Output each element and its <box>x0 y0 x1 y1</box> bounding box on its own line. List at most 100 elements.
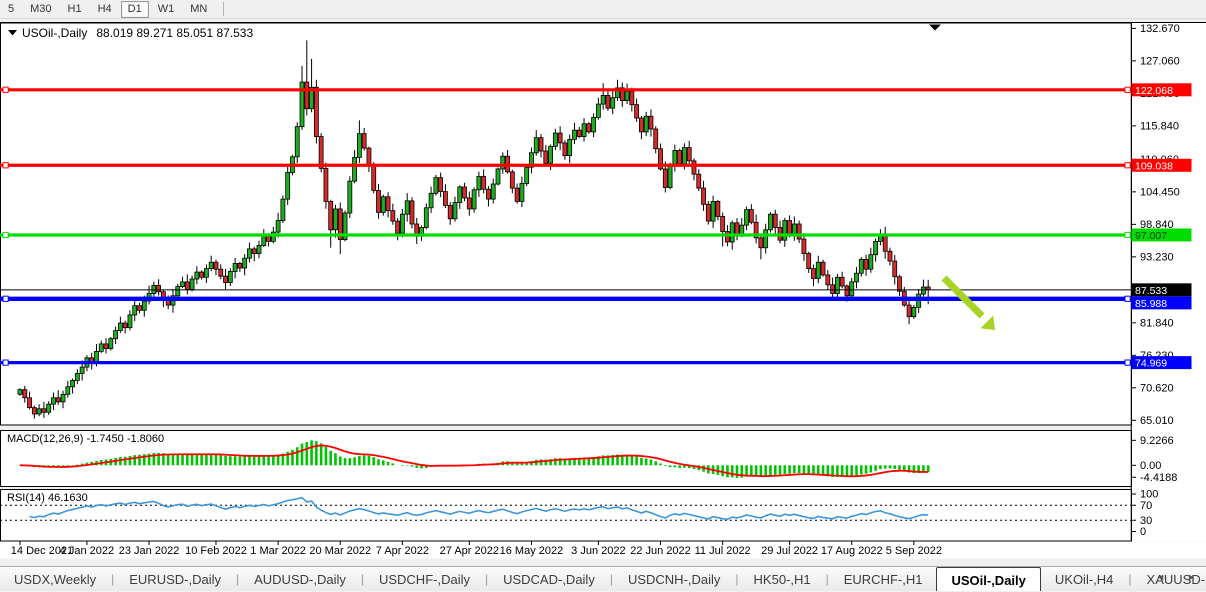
date-label: 11 Jul 2022 <box>695 545 751 557</box>
hline-handle[interactable] <box>3 163 8 168</box>
hline-handle[interactable] <box>3 360 8 365</box>
bull-candle <box>257 245 261 253</box>
bull-candle <box>204 269 208 278</box>
tab-hk50-h1[interactable]: HK50-,H1 <box>740 567 825 591</box>
bull-candle <box>357 134 361 158</box>
bear-candle <box>367 148 371 166</box>
rsi-panel <box>1 490 1132 542</box>
bear-candle <box>663 169 667 188</box>
tab-scroll-arrows: ◄ ► <box>1156 572 1196 582</box>
bear-candle <box>486 189 490 199</box>
hline-handle[interactable] <box>1125 296 1130 301</box>
bear-candle <box>563 143 567 156</box>
bull-candle <box>281 199 285 220</box>
bull-candle <box>142 301 146 310</box>
bear-candle <box>907 305 911 317</box>
bear-candle <box>386 197 390 211</box>
bear-candle <box>443 192 447 206</box>
bull-candle <box>190 279 194 289</box>
timeframe-button-m30[interactable]: M30 <box>23 1 58 18</box>
macd-panel <box>1 431 1132 487</box>
timeframe-button-mn[interactable]: MN <box>183 1 214 18</box>
bull-candle <box>869 255 873 269</box>
toolbar-separator <box>223 2 224 16</box>
bull-candle <box>424 208 428 228</box>
hline-handle[interactable] <box>1125 232 1130 237</box>
bear-candle <box>721 216 725 231</box>
bear-candle <box>702 188 706 204</box>
tab-usdcnh-daily[interactable]: USDCNH-,Daily <box>614 567 734 591</box>
bull-candle <box>405 201 409 214</box>
bear-candle <box>305 82 309 109</box>
macd-axis-label: 9.2266 <box>1140 435 1174 447</box>
hline-handle[interactable] <box>1125 163 1130 168</box>
hline-handle[interactable] <box>3 232 8 237</box>
bull-candle <box>596 104 600 117</box>
bear-candle <box>463 187 467 198</box>
hline-handle[interactable] <box>1125 87 1130 92</box>
bull-candle <box>176 287 180 296</box>
bear-candle <box>826 275 830 285</box>
bull-candle <box>730 223 734 242</box>
rsi-axis-label: 70 <box>1140 500 1152 512</box>
tab-eurchf-h1[interactable]: EURCHF-,H1 <box>830 567 937 591</box>
date-label: 27 Apr 2022 <box>440 545 499 557</box>
bull-candle <box>764 230 768 248</box>
bull-candle <box>477 177 481 190</box>
bull-candle <box>434 178 438 194</box>
tab-usoil-daily[interactable]: USOil-,Daily <box>936 567 1040 591</box>
tab-usdx-weekly[interactable]: USDX,Weekly <box>0 567 110 591</box>
tab-usdchf-daily[interactable]: USDCHF-,Daily <box>365 567 484 591</box>
tab-eurusd-daily[interactable]: EURUSD-,Daily <box>115 567 235 591</box>
bull-candle <box>453 203 457 219</box>
bear-candle <box>831 285 835 294</box>
bull-candle <box>99 344 103 352</box>
bear-candle <box>773 214 777 227</box>
bear-candle <box>224 276 228 282</box>
timeframe-button-5[interactable]: 5 <box>1 1 21 18</box>
bull-candle <box>582 124 586 137</box>
bear-candle <box>692 161 696 174</box>
bull-candle <box>572 130 576 139</box>
bull-candle <box>491 184 495 199</box>
tab-usdcad-daily[interactable]: USDCAD-,Daily <box>489 567 609 591</box>
bull-candle <box>534 138 538 153</box>
tab-scroll-right-icon[interactable]: ► <box>1187 572 1196 582</box>
bear-candle <box>706 204 710 221</box>
hline-handle[interactable] <box>1125 360 1130 365</box>
tab-ukoil-h4[interactable]: UKOil-,H4 <box>1041 567 1128 591</box>
bear-candle <box>439 178 443 192</box>
bull-candle <box>262 236 266 245</box>
bull-candle <box>745 210 749 226</box>
bull-candle <box>209 262 213 268</box>
hline-handle[interactable] <box>3 87 8 92</box>
bull-candle <box>568 139 572 155</box>
bull-candle <box>768 214 772 230</box>
bull-candle <box>816 262 820 278</box>
bull-candle <box>353 157 357 181</box>
bull-candle <box>75 373 79 380</box>
axis-tick-label: 132.670 <box>1140 23 1180 35</box>
timeframe-button-h4[interactable]: H4 <box>91 1 119 18</box>
hline-handle[interactable] <box>3 296 8 301</box>
tab-scroll-left-icon[interactable]: ◄ <box>1156 572 1165 582</box>
bear-candle <box>558 133 562 143</box>
timeframe-button-w1[interactable]: W1 <box>151 1 182 18</box>
bear-candle <box>42 409 46 412</box>
bear-candle <box>883 234 887 251</box>
bear-candle <box>749 210 753 223</box>
bull-candle <box>109 339 113 349</box>
bear-candle <box>267 236 271 241</box>
bull-candle <box>80 367 84 373</box>
timeframe-button-h1[interactable]: H1 <box>61 1 89 18</box>
bull-candle <box>243 258 247 268</box>
bear-candle <box>123 323 127 328</box>
tab-audusd-daily[interactable]: AUDUSD-,Daily <box>240 567 360 591</box>
bull-candle <box>611 98 615 108</box>
bull-candle <box>835 277 839 293</box>
timeframe-button-d1[interactable]: D1 <box>121 1 149 18</box>
bear-candle <box>577 130 581 136</box>
axis-tick-label: 127.060 <box>1140 55 1180 67</box>
bull-candle <box>400 214 404 233</box>
bull-candle <box>66 387 70 395</box>
